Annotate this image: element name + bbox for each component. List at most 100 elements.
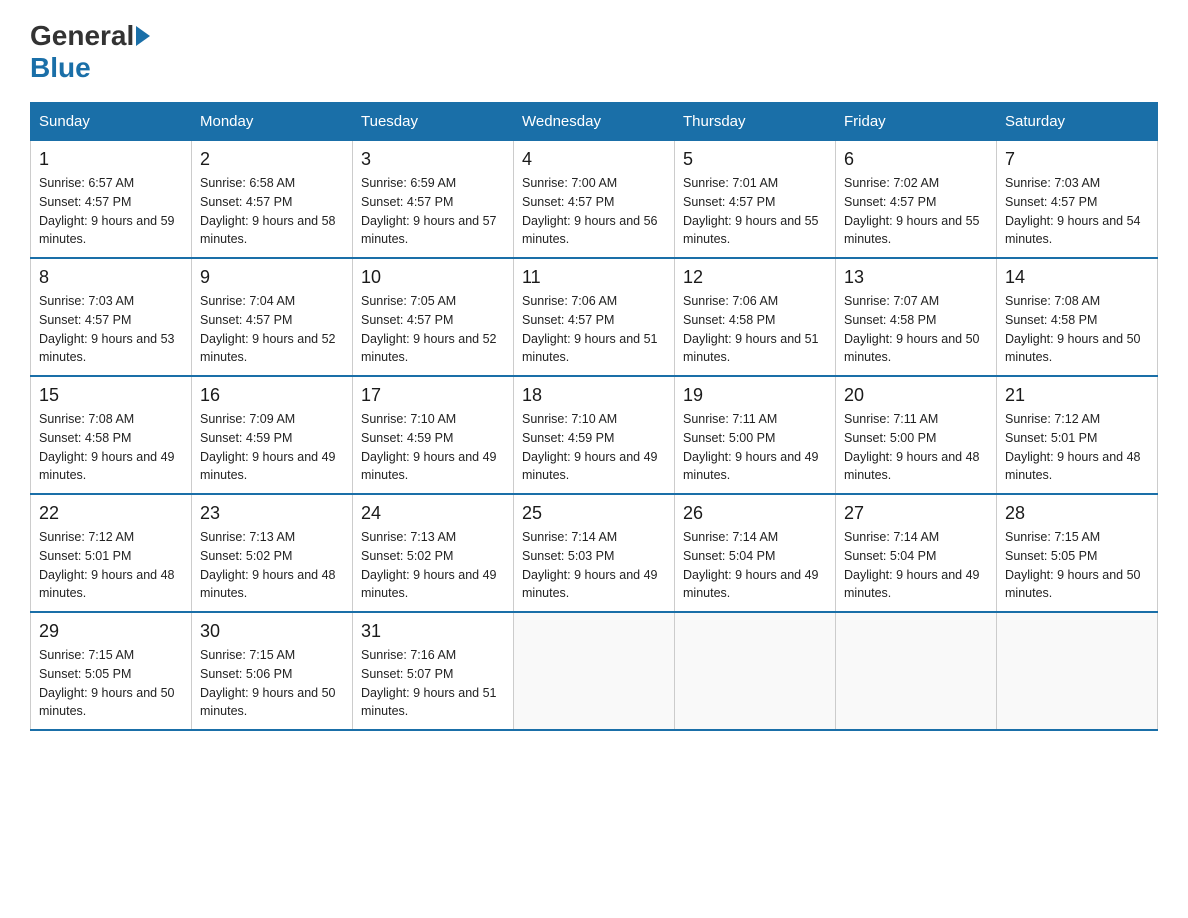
calendar-cell bbox=[836, 612, 997, 730]
logo-blue-text: Blue bbox=[30, 52, 91, 83]
day-info: Sunrise: 7:16 AMSunset: 5:07 PMDaylight:… bbox=[361, 646, 505, 721]
day-info: Sunrise: 7:04 AMSunset: 4:57 PMDaylight:… bbox=[200, 292, 344, 367]
day-number: 9 bbox=[200, 267, 344, 288]
calendar-cell: 29 Sunrise: 7:15 AMSunset: 5:05 PMDaylig… bbox=[31, 612, 192, 730]
day-info: Sunrise: 7:14 AMSunset: 5:04 PMDaylight:… bbox=[683, 528, 827, 603]
day-info: Sunrise: 7:02 AMSunset: 4:57 PMDaylight:… bbox=[844, 174, 988, 249]
calendar-cell: 16 Sunrise: 7:09 AMSunset: 4:59 PMDaylig… bbox=[192, 376, 353, 494]
day-info: Sunrise: 7:12 AMSunset: 5:01 PMDaylight:… bbox=[39, 528, 183, 603]
day-info: Sunrise: 7:11 AMSunset: 5:00 PMDaylight:… bbox=[844, 410, 988, 485]
day-number: 2 bbox=[200, 149, 344, 170]
day-number: 19 bbox=[683, 385, 827, 406]
day-number: 12 bbox=[683, 267, 827, 288]
day-info: Sunrise: 7:15 AMSunset: 5:05 PMDaylight:… bbox=[39, 646, 183, 721]
calendar-cell: 20 Sunrise: 7:11 AMSunset: 5:00 PMDaylig… bbox=[836, 376, 997, 494]
header-tuesday: Tuesday bbox=[353, 103, 514, 141]
day-info: Sunrise: 7:03 AMSunset: 4:57 PMDaylight:… bbox=[1005, 174, 1149, 249]
calendar-cell: 25 Sunrise: 7:14 AMSunset: 5:03 PMDaylig… bbox=[514, 494, 675, 612]
day-info: Sunrise: 7:08 AMSunset: 4:58 PMDaylight:… bbox=[39, 410, 183, 485]
week-row-4: 22 Sunrise: 7:12 AMSunset: 5:01 PMDaylig… bbox=[31, 494, 1158, 612]
day-info: Sunrise: 7:13 AMSunset: 5:02 PMDaylight:… bbox=[361, 528, 505, 603]
week-row-3: 15 Sunrise: 7:08 AMSunset: 4:58 PMDaylig… bbox=[31, 376, 1158, 494]
day-info: Sunrise: 7:05 AMSunset: 4:57 PMDaylight:… bbox=[361, 292, 505, 367]
day-info: Sunrise: 7:11 AMSunset: 5:00 PMDaylight:… bbox=[683, 410, 827, 485]
day-info: Sunrise: 7:07 AMSunset: 4:58 PMDaylight:… bbox=[844, 292, 988, 367]
header-saturday: Saturday bbox=[997, 103, 1158, 141]
calendar-cell bbox=[997, 612, 1158, 730]
week-row-2: 8 Sunrise: 7:03 AMSunset: 4:57 PMDayligh… bbox=[31, 258, 1158, 376]
day-info: Sunrise: 6:57 AMSunset: 4:57 PMDaylight:… bbox=[39, 174, 183, 249]
day-number: 18 bbox=[522, 385, 666, 406]
week-row-5: 29 Sunrise: 7:15 AMSunset: 5:05 PMDaylig… bbox=[31, 612, 1158, 730]
header-thursday: Thursday bbox=[675, 103, 836, 141]
day-number: 15 bbox=[39, 385, 183, 406]
calendar-cell: 19 Sunrise: 7:11 AMSunset: 5:00 PMDaylig… bbox=[675, 376, 836, 494]
logo-arrow-icon bbox=[136, 26, 150, 46]
weekday-header-row: Sunday Monday Tuesday Wednesday Thursday… bbox=[31, 103, 1158, 141]
calendar-cell bbox=[514, 612, 675, 730]
day-number: 28 bbox=[1005, 503, 1149, 524]
day-number: 25 bbox=[522, 503, 666, 524]
day-number: 31 bbox=[361, 621, 505, 642]
day-number: 8 bbox=[39, 267, 183, 288]
day-number: 29 bbox=[39, 621, 183, 642]
calendar-cell: 18 Sunrise: 7:10 AMSunset: 4:59 PMDaylig… bbox=[514, 376, 675, 494]
day-number: 17 bbox=[361, 385, 505, 406]
calendar-cell: 9 Sunrise: 7:04 AMSunset: 4:57 PMDayligh… bbox=[192, 258, 353, 376]
day-info: Sunrise: 7:14 AMSunset: 5:03 PMDaylight:… bbox=[522, 528, 666, 603]
logo: General Blue bbox=[30, 20, 152, 84]
day-number: 13 bbox=[844, 267, 988, 288]
day-info: Sunrise: 7:09 AMSunset: 4:59 PMDaylight:… bbox=[200, 410, 344, 485]
calendar-cell: 30 Sunrise: 7:15 AMSunset: 5:06 PMDaylig… bbox=[192, 612, 353, 730]
day-number: 27 bbox=[844, 503, 988, 524]
calendar-cell: 7 Sunrise: 7:03 AMSunset: 4:57 PMDayligh… bbox=[997, 141, 1158, 259]
day-info: Sunrise: 6:59 AMSunset: 4:57 PMDaylight:… bbox=[361, 174, 505, 249]
header-friday: Friday bbox=[836, 103, 997, 141]
day-info: Sunrise: 7:15 AMSunset: 5:06 PMDaylight:… bbox=[200, 646, 344, 721]
day-number: 3 bbox=[361, 149, 505, 170]
calendar-cell: 11 Sunrise: 7:06 AMSunset: 4:57 PMDaylig… bbox=[514, 258, 675, 376]
calendar-cell: 14 Sunrise: 7:08 AMSunset: 4:58 PMDaylig… bbox=[997, 258, 1158, 376]
calendar-cell: 24 Sunrise: 7:13 AMSunset: 5:02 PMDaylig… bbox=[353, 494, 514, 612]
day-number: 22 bbox=[39, 503, 183, 524]
day-info: Sunrise: 7:10 AMSunset: 4:59 PMDaylight:… bbox=[361, 410, 505, 485]
calendar-cell: 17 Sunrise: 7:10 AMSunset: 4:59 PMDaylig… bbox=[353, 376, 514, 494]
day-info: Sunrise: 7:00 AMSunset: 4:57 PMDaylight:… bbox=[522, 174, 666, 249]
day-info: Sunrise: 7:08 AMSunset: 4:58 PMDaylight:… bbox=[1005, 292, 1149, 367]
day-info: Sunrise: 7:06 AMSunset: 4:57 PMDaylight:… bbox=[522, 292, 666, 367]
day-number: 6 bbox=[844, 149, 988, 170]
calendar-cell: 26 Sunrise: 7:14 AMSunset: 5:04 PMDaylig… bbox=[675, 494, 836, 612]
calendar-cell: 31 Sunrise: 7:16 AMSunset: 5:07 PMDaylig… bbox=[353, 612, 514, 730]
day-number: 23 bbox=[200, 503, 344, 524]
header-monday: Monday bbox=[192, 103, 353, 141]
calendar-cell: 15 Sunrise: 7:08 AMSunset: 4:58 PMDaylig… bbox=[31, 376, 192, 494]
day-number: 7 bbox=[1005, 149, 1149, 170]
day-info: Sunrise: 7:12 AMSunset: 5:01 PMDaylight:… bbox=[1005, 410, 1149, 485]
day-number: 10 bbox=[361, 267, 505, 288]
calendar-cell: 10 Sunrise: 7:05 AMSunset: 4:57 PMDaylig… bbox=[353, 258, 514, 376]
day-info: Sunrise: 7:06 AMSunset: 4:58 PMDaylight:… bbox=[683, 292, 827, 367]
day-number: 1 bbox=[39, 149, 183, 170]
day-info: Sunrise: 7:13 AMSunset: 5:02 PMDaylight:… bbox=[200, 528, 344, 603]
calendar-cell: 23 Sunrise: 7:13 AMSunset: 5:02 PMDaylig… bbox=[192, 494, 353, 612]
header-sunday: Sunday bbox=[31, 103, 192, 141]
day-info: Sunrise: 7:14 AMSunset: 5:04 PMDaylight:… bbox=[844, 528, 988, 603]
day-info: Sunrise: 6:58 AMSunset: 4:57 PMDaylight:… bbox=[200, 174, 344, 249]
calendar-cell: 12 Sunrise: 7:06 AMSunset: 4:58 PMDaylig… bbox=[675, 258, 836, 376]
logo-general-text: General bbox=[30, 20, 134, 52]
day-number: 16 bbox=[200, 385, 344, 406]
header-wednesday: Wednesday bbox=[514, 103, 675, 141]
day-number: 21 bbox=[1005, 385, 1149, 406]
day-number: 26 bbox=[683, 503, 827, 524]
week-row-1: 1 Sunrise: 6:57 AMSunset: 4:57 PMDayligh… bbox=[31, 141, 1158, 259]
day-number: 14 bbox=[1005, 267, 1149, 288]
calendar-table: Sunday Monday Tuesday Wednesday Thursday… bbox=[30, 102, 1158, 731]
page-header: General Blue bbox=[30, 20, 1158, 84]
calendar-cell bbox=[675, 612, 836, 730]
calendar-cell: 6 Sunrise: 7:02 AMSunset: 4:57 PMDayligh… bbox=[836, 141, 997, 259]
calendar-cell: 27 Sunrise: 7:14 AMSunset: 5:04 PMDaylig… bbox=[836, 494, 997, 612]
calendar-cell: 13 Sunrise: 7:07 AMSunset: 4:58 PMDaylig… bbox=[836, 258, 997, 376]
day-number: 4 bbox=[522, 149, 666, 170]
calendar-cell: 22 Sunrise: 7:12 AMSunset: 5:01 PMDaylig… bbox=[31, 494, 192, 612]
calendar-cell: 8 Sunrise: 7:03 AMSunset: 4:57 PMDayligh… bbox=[31, 258, 192, 376]
